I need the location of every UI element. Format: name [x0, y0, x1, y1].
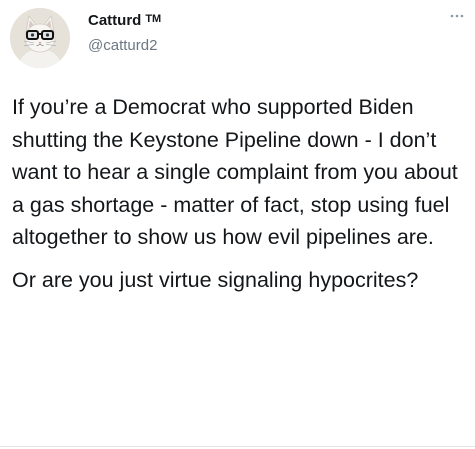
- avatar[interactable]: [10, 8, 70, 68]
- author-name-text: Catturd: [88, 12, 142, 29]
- author-handle[interactable]: @catturd2: [88, 37, 157, 54]
- more-options-button[interactable]: [446, 8, 468, 24]
- tweet-paragraph: If you’re a Democrat who supported Biden…: [12, 95, 458, 249]
- more-options-icon: [450, 14, 464, 18]
- cat-avatar-icon: [10, 8, 70, 68]
- trademark-badge: TM: [145, 13, 162, 25]
- tweet-paragraph: Or are you just virtue signaling hypocri…: [12, 267, 419, 292]
- divider: [0, 446, 475, 447]
- tweet-text: If you’re a Democrat who supported Biden…: [12, 91, 470, 296]
- tweet-card: Catturd TM @catturd2 If you’re a Democrat…: [0, 0, 475, 449]
- author-display-name[interactable]: Catturd TM: [88, 12, 161, 29]
